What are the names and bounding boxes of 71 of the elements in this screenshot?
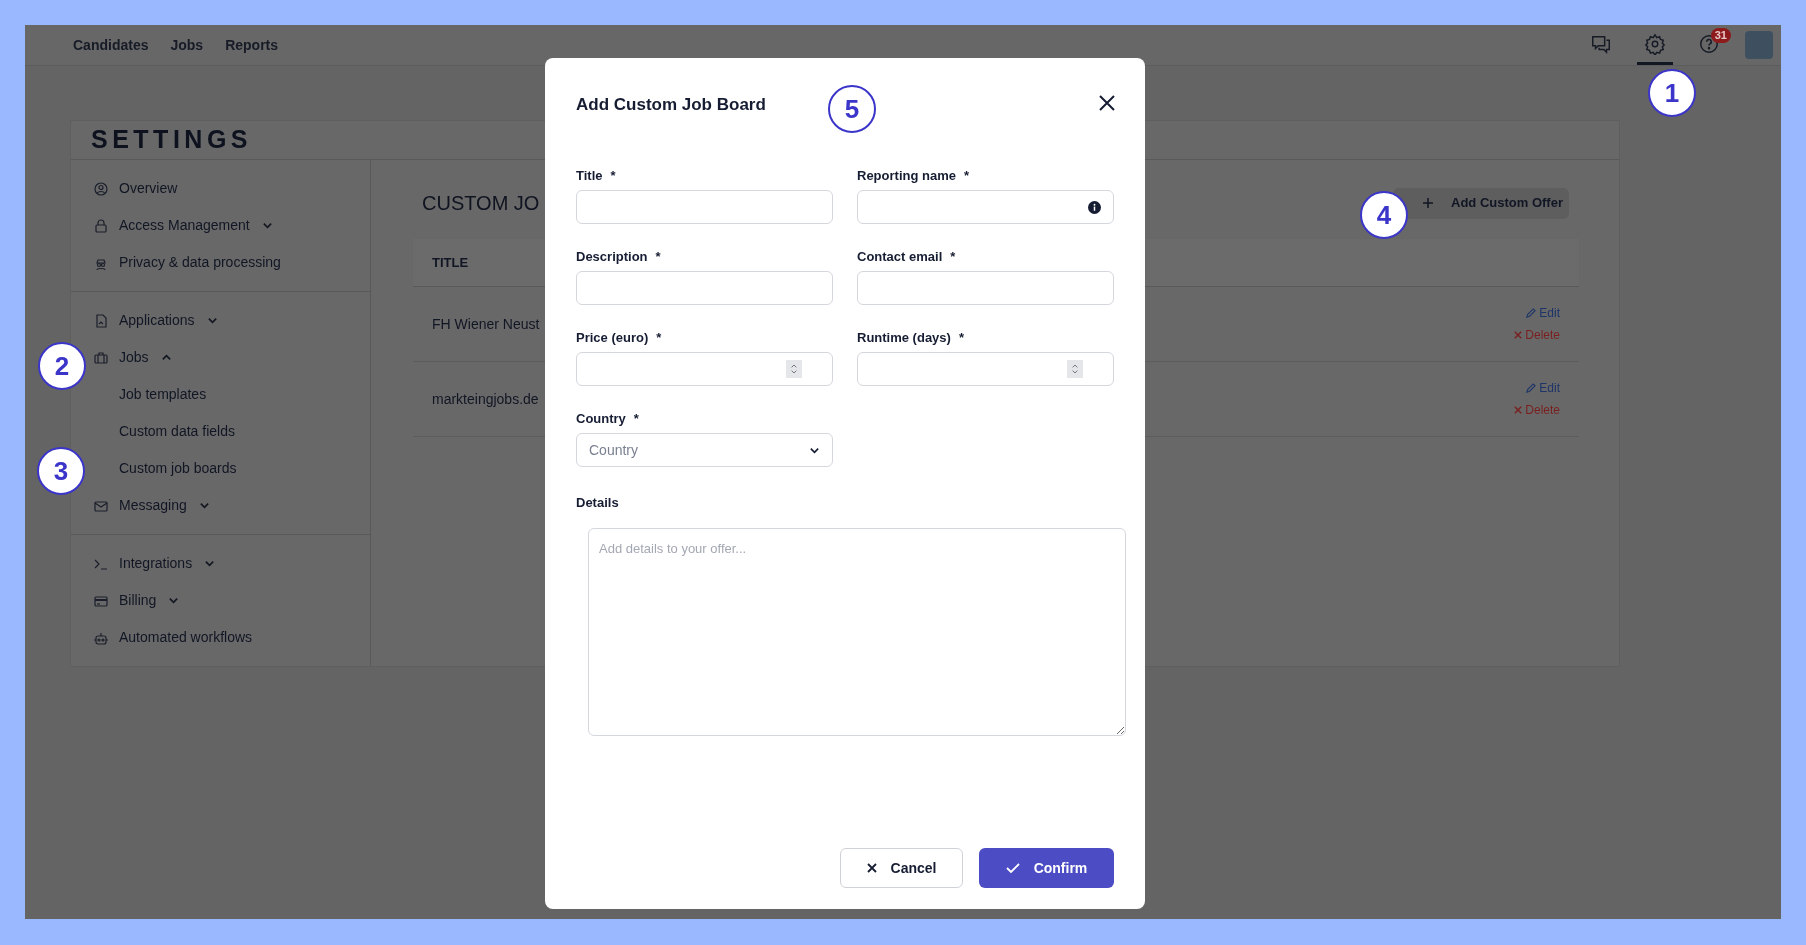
sidebar-subitem[interactable]: Job templates: [119, 376, 207, 413]
column-header: TITLE: [432, 253, 469, 272]
sidebar-item[interactable]: Automated workflows: [93, 619, 257, 656]
sidebar-item[interactable]: Privacy & data processing: [93, 244, 285, 281]
required-mark: *: [958, 328, 964, 347]
callout-number: 1: [1648, 69, 1696, 117]
field-label: Runtime (days): [857, 328, 951, 347]
avatar[interactable]: [1745, 31, 1773, 59]
edit-link[interactable]: Edit: [1525, 379, 1560, 397]
lock-icon: [93, 217, 109, 234]
notification-badge: 31: [1710, 28, 1731, 43]
page-title: SETTINGS: [91, 124, 252, 156]
sidebar-item[interactable]: Access Management: [93, 207, 277, 244]
delete-link[interactable]: Delete: [1514, 401, 1560, 419]
callout-number: 3: [37, 447, 85, 495]
table-cell-text: FH Wiener Neust: [432, 314, 540, 334]
pencil-icon: [1525, 307, 1537, 319]
dialog-title: Add Custom Job Board: [576, 94, 766, 116]
plus-icon: [1423, 198, 1433, 208]
check-icon: [1005, 862, 1020, 874]
field-label: Reporting name: [857, 166, 956, 185]
section-title: CUSTOM JO: [422, 191, 540, 216]
nav-link[interactable]: Reports: [225, 34, 279, 56]
edit-link[interactable]: Edit: [1525, 304, 1560, 322]
confirm-button[interactable]: Confirm: [979, 848, 1114, 888]
settings-icon: [1644, 32, 1666, 55]
delete-link[interactable]: Delete: [1514, 326, 1560, 344]
required-mark: *: [963, 166, 970, 185]
sidebar-item[interactable]: Jobs: [93, 339, 176, 376]
sidebar-item[interactable]: Applications: [93, 302, 222, 339]
stepper-icon[interactable]: [1067, 360, 1083, 378]
input-field[interactable]: [576, 271, 833, 305]
nav-link[interactable]: Jobs: [170, 34, 204, 56]
field-label: Price (euro): [576, 328, 649, 347]
info-icon: [1088, 200, 1101, 214]
nav-link[interactable]: Candidates: [73, 34, 149, 56]
sidebar-subitem[interactable]: Custom data fields: [119, 413, 235, 450]
sidebar-item[interactable]: Overview: [93, 170, 182, 207]
sidebar-item[interactable]: Integrations: [93, 545, 220, 582]
field-label: Description: [576, 247, 648, 266]
add-custom-offer-button[interactable]: Add Custom Offer: [1393, 187, 1569, 219]
sidebar-item[interactable]: Messaging: [93, 487, 214, 524]
stepper-icon[interactable]: [786, 360, 802, 378]
table-cell-text: markteingjobs.de: [432, 389, 539, 409]
input-field[interactable]: [576, 190, 833, 224]
pencil-icon: [1525, 382, 1537, 394]
field-label: Title: [576, 166, 603, 185]
sidebar-subitem[interactable]: Custom job boards: [119, 450, 237, 487]
close-icon: [866, 863, 877, 873]
close-icon: [1514, 406, 1523, 414]
country-select[interactable]: Country: [576, 433, 833, 467]
required-mark: *: [656, 328, 662, 347]
required-mark: *: [950, 247, 956, 266]
sidebar-item[interactable]: Billing: [93, 582, 184, 619]
close-icon: [1514, 331, 1523, 339]
callout-number: 2: [38, 342, 86, 390]
details-textarea[interactable]: Add details to your offer...: [588, 527, 1126, 736]
user-circle-icon: [93, 180, 109, 197]
required-mark: *: [610, 166, 616, 185]
field-label: Contact email: [857, 247, 943, 266]
input-field[interactable]: [857, 271, 1114, 305]
input-field[interactable]: [857, 190, 1114, 224]
cancel-button[interactable]: Cancel: [840, 848, 963, 888]
required-mark: *: [655, 247, 661, 266]
briefcase-icon: [93, 349, 109, 366]
input-field[interactable]: [857, 352, 1114, 386]
field-label: Details: [576, 494, 620, 512]
document-icon: [93, 312, 109, 329]
field-label: Country: [576, 409, 626, 428]
input-field[interactable]: [576, 352, 833, 386]
required-mark: *: [633, 409, 639, 428]
